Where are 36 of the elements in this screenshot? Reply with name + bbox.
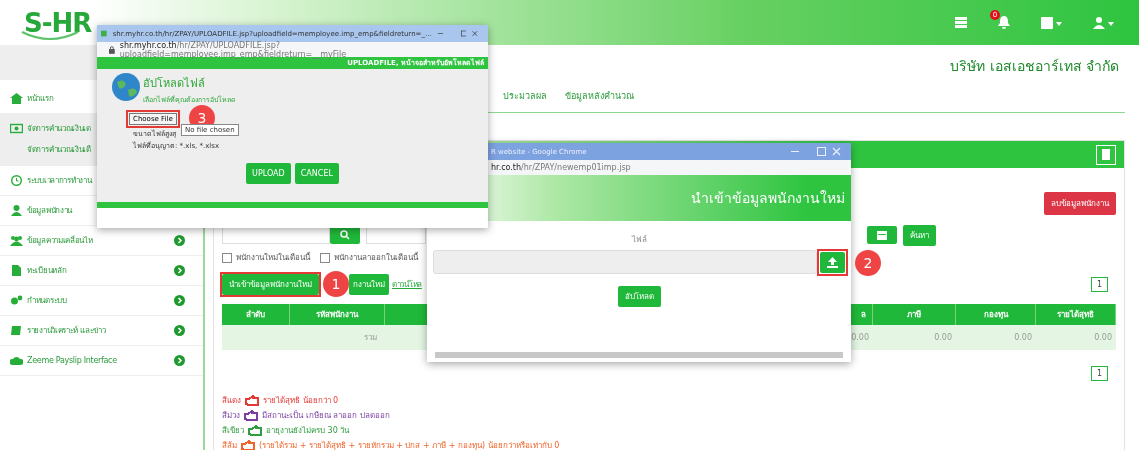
dialog-title: นำเข้าข้อมูลพนักงานใหม่ [691,189,845,209]
checkbox-label: พนักงานลาออกในเดือนนี้ [334,251,418,264]
column-header: ลำดับ [222,304,290,325]
total-label: รวม [222,325,385,350]
upload-heading: อัปโหลดไฟล์ [143,76,206,92]
sidebar-label: Zeeme Payslip Interface [27,356,117,365]
legend-text: (รายได้รวม + รายได้สุทธิ + รายหักรวม + ปกส + ภาษี + กองทุน) น้อยกว่าหรือเท่ากับ 0 [259,440,560,450]
column-header: รายได้สุทธิ [1036,304,1116,325]
url-text: hr.co.th/hr/ZPAY/newemp01imp.jsp [491,163,631,172]
sidebar-label: ทะเบียนหลัก [27,265,67,277]
legend-text: อายุงานยังไม่ครบ 30 วัน [266,425,350,437]
sidebar-label: รายงานวิเคราะห์ และข่าว [27,325,106,337]
column-header: ภาษี [873,304,956,325]
legend-color-name: สีม่วง [222,410,240,422]
column-header: กองทุน [956,304,1036,325]
sidebar-label: จัดการคำนวณเงินเด [27,123,91,135]
sidebar-label: ข้อมูลความเคลื่อนไห [27,234,93,247]
sidebar-label: ระบบเวลาการทำงาน [27,175,92,187]
legend-text: รายได้สุทธิ น้อยกว่า 0 [263,395,339,407]
legend-text: มีสถานะเป็น เกษียณ ลาออก ปลดออก [262,409,390,422]
sidebar-label: กำหนดระบบ [27,295,67,307]
field-label: ไฟล์ [630,234,648,246]
url-text: shr.myhr.co.th/hr/ZPAY/UPLOADFILE.jsp?uploadfield=memployee.imp_emp&fieldreturn=__myFile [119,40,348,59]
company-name: บริษัท เอสเอชอาร์เทส จำกัด [950,57,1119,76]
sidebar-label: ข้อมูลพนักงาน [27,205,72,217]
legend-color-name: สีเขียว [222,425,244,437]
table-cell: 0.00 [1036,325,1116,350]
legend-color-name: สีส้ม [222,440,237,450]
step-badge: 1 [323,271,349,297]
legend-color-name: สีแดง [222,395,241,407]
column-header: รหัสพนักงาน [290,304,385,325]
table-cell: 0.00 [873,325,956,350]
table-cell: 0.00 [956,325,1036,350]
checkbox-label: พนักงานใหม่ในเดือนนี้ [236,251,310,264]
step-badge: 2 [855,250,881,276]
sidebar-label: หน้าแรก [27,93,54,105]
